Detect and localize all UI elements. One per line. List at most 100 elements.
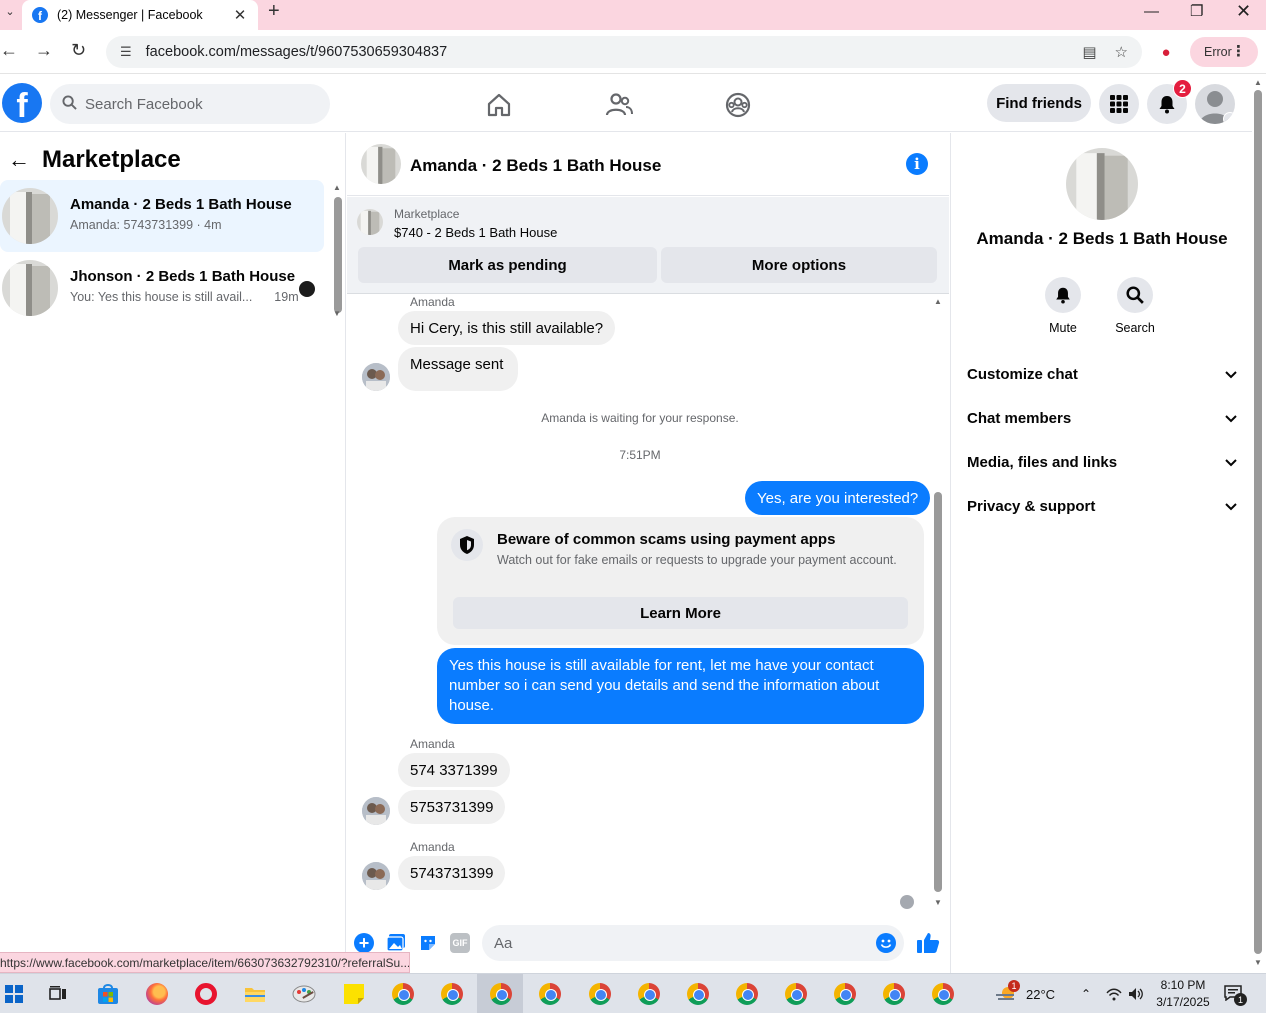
volume-icon[interactable] [1128, 974, 1144, 1013]
search-in-chat-button[interactable]: Search [1105, 277, 1165, 335]
sender-avatar[interactable] [362, 797, 390, 825]
incoming-message[interactable]: 5743731399 [398, 856, 506, 890]
network-icon[interactable] [1106, 974, 1122, 1013]
window-close-icon[interactable]: ✕ [1236, 0, 1251, 22]
mark-as-pending-button[interactable]: Mark as pending [358, 247, 657, 283]
restore-icon[interactable]: ❐ [1190, 0, 1203, 22]
chrome-icon[interactable] [438, 980, 466, 1008]
outgoing-message[interactable]: Yes this house is still available for re… [437, 648, 924, 724]
chrome-icon[interactable] [831, 980, 859, 1008]
groups-icon[interactable] [724, 91, 752, 119]
sender-avatar[interactable] [362, 862, 390, 890]
incoming-message[interactable]: Hi Cery, is this still available? [398, 311, 616, 345]
weather-widget[interactable]: 1 22°C [994, 974, 1055, 1013]
chrome-icon[interactable] [536, 980, 564, 1008]
more-options-button[interactable]: More options [661, 247, 937, 283]
back-arrow-icon[interactable]: ← [8, 147, 30, 173]
notification-center-icon[interactable]: 1 [1224, 974, 1247, 1013]
reload-icon[interactable]: ↻ [71, 40, 86, 61]
page-scrollbar[interactable] [1254, 90, 1262, 954]
browser-menu-icon[interactable]: ⋮ [1231, 42, 1246, 60]
chat-profile-thumbnail[interactable] [1066, 148, 1138, 220]
facebook-search[interactable] [50, 84, 330, 124]
photo-icon[interactable] [386, 933, 406, 953]
chrome-icon[interactable] [487, 980, 515, 1008]
tab-close-icon[interactable]: ✕ [232, 6, 248, 24]
search-input[interactable] [85, 95, 285, 113]
facebook-logo-icon[interactable]: f [2, 83, 42, 123]
chrome-icon[interactable] [929, 980, 957, 1008]
system-clock[interactable]: 8:10 PM 3/17/2025 [1154, 977, 1212, 1011]
browser-error-chip[interactable]: Error ⋮ [1190, 37, 1258, 67]
paint-app-icon[interactable] [290, 980, 318, 1008]
home-icon[interactable] [485, 91, 513, 119]
plus-icon[interactable]: + [354, 933, 374, 953]
sticky-notes-icon[interactable] [340, 980, 368, 1008]
chrome-icon[interactable] [733, 980, 761, 1008]
message-input[interactable] [494, 934, 854, 952]
chrome-icon[interactable] [635, 980, 663, 1008]
chat-scrollbar[interactable] [934, 492, 942, 892]
windows-start-icon[interactable] [0, 980, 28, 1008]
chrome-icon[interactable] [782, 980, 810, 1008]
minimize-icon[interactable]: — [1144, 0, 1159, 22]
inbox-scrollbar[interactable] [334, 197, 342, 313]
install-app-icon[interactable]: ▤ [1082, 43, 1096, 61]
address-bar[interactable]: ☰ facebook.com/messages/t/96075306593048… [106, 36, 1142, 68]
tab-search-chevron-icon[interactable]: ⌄ [0, 0, 20, 22]
conversation-item[interactable]: Jhonson · 2 Beds 1 Bath House You: Yes t… [0, 252, 324, 324]
incoming-message[interactable]: 5753731399 [398, 790, 506, 824]
chat-members-section[interactable]: Chat members [967, 406, 1237, 430]
sender-avatar[interactable] [362, 363, 390, 391]
info-icon[interactable]: i [906, 153, 928, 175]
scroll-down-arrow-icon[interactable]: ▼ [333, 309, 341, 318]
chrome-icon[interactable] [880, 980, 908, 1008]
notification-badge: 2 [1173, 79, 1192, 98]
incoming-message[interactable]: Message sent [398, 347, 519, 391]
friends-icon[interactable] [605, 91, 633, 119]
learn-more-button[interactable]: Learn More [453, 597, 908, 629]
message-input-field[interactable] [482, 925, 904, 961]
scroll-up-arrow-icon[interactable]: ▲ [934, 297, 942, 306]
privacy-support-section[interactable]: Privacy & support [967, 494, 1237, 518]
menu-grid-icon[interactable] [1099, 84, 1139, 124]
chrome-icon[interactable] [586, 980, 614, 1008]
site-settings-icon[interactable]: ☰ [120, 44, 132, 60]
bookmark-star-icon[interactable]: ☆ [1115, 43, 1128, 61]
read-receipt-avatar [900, 895, 914, 909]
browser-tab-messenger[interactable]: f (2) Messenger | Facebook ✕ [22, 0, 258, 30]
outgoing-message[interactable]: Yes, are you interested? [745, 481, 931, 515]
chat-thumbnail[interactable] [361, 144, 401, 184]
firefox-icon[interactable] [143, 980, 171, 1008]
back-icon[interactable]: ← [0, 40, 18, 61]
listing-thumbnail[interactable] [357, 209, 383, 235]
listing-price-title[interactable]: $740 - 2 Beds 1 Bath House [394, 225, 557, 240]
incoming-message[interactable]: 574 3371399 [398, 753, 510, 787]
sticker-icon[interactable] [418, 933, 438, 953]
chrome-icon[interactable] [389, 980, 417, 1008]
customize-chat-section[interactable]: Customize chat [967, 362, 1237, 386]
account-avatar[interactable]: ⌄ [1195, 84, 1235, 124]
conversation-item[interactable]: Amanda · 2 Beds 1 Bath House Amanda: 574… [0, 180, 324, 252]
chrome-icon[interactable] [684, 980, 712, 1008]
scroll-down-arrow-icon[interactable]: ▼ [1254, 958, 1262, 967]
thumbs-up-icon[interactable] [916, 931, 940, 955]
url-text[interactable]: facebook.com/messages/t/9607530659304837 [146, 44, 448, 60]
task-view-icon[interactable] [44, 980, 72, 1008]
scroll-up-arrow-icon[interactable]: ▲ [333, 183, 341, 192]
media-files-links-section[interactable]: Media, files and links [967, 450, 1237, 474]
scroll-up-arrow-icon[interactable]: ▲ [1254, 78, 1262, 87]
microsoft-store-icon[interactable] [94, 980, 122, 1008]
chat-title[interactable]: Amanda · 2 Beds 1 Bath House [410, 156, 661, 176]
forward-icon[interactable]: → [35, 40, 53, 61]
scroll-down-arrow-icon[interactable]: ▼ [934, 898, 942, 907]
emoji-icon[interactable] [876, 933, 896, 953]
gif-icon[interactable]: GIF [450, 933, 470, 953]
show-hidden-icons-chevron-up-icon[interactable]: ⌃ [1081, 974, 1091, 1013]
file-explorer-icon[interactable] [241, 980, 269, 1008]
browser-profile-icon[interactable]: ● [1152, 38, 1180, 66]
find-friends-button[interactable]: Find friends [987, 84, 1091, 122]
new-tab-plus-icon[interactable]: + [268, 0, 280, 22]
opera-icon[interactable] [192, 980, 220, 1008]
mute-button[interactable]: Mute [1033, 277, 1093, 335]
